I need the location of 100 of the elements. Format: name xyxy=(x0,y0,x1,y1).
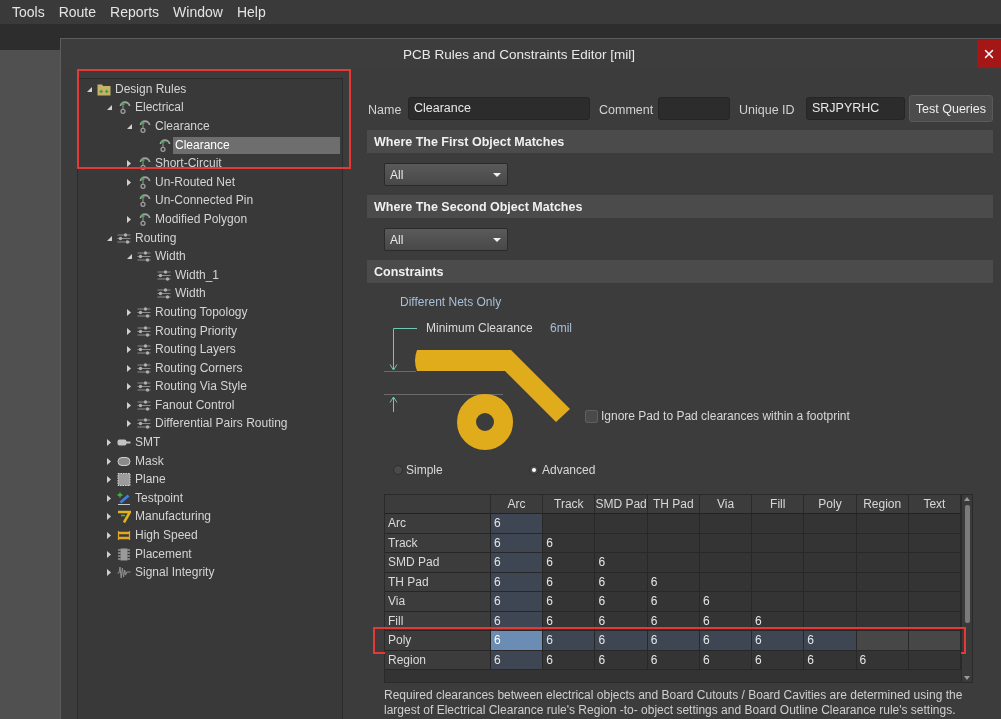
menu-item[interactable]: Tools xyxy=(12,3,45,21)
caret-right-icon[interactable] xyxy=(127,346,131,354)
tree-item[interactable]: Clearance xyxy=(153,118,212,135)
column-header: SMD Pad xyxy=(595,495,648,514)
caret-right-icon[interactable] xyxy=(127,401,131,409)
tree-item[interactable]: Routing Layers xyxy=(153,341,238,359)
tree-item[interactable]: Width xyxy=(153,248,188,266)
unique-id-field[interactable]: SRJPYRHC xyxy=(806,97,905,120)
tree-item[interactable]: Un-Routed Net xyxy=(153,173,238,191)
tree-item[interactable]: Short-Circuit xyxy=(153,155,224,173)
menu-item[interactable]: Window xyxy=(173,3,223,21)
table-cell: 6 xyxy=(699,631,753,651)
caret-down-icon xyxy=(493,237,501,242)
column-header: Text xyxy=(908,495,961,514)
menu-item[interactable]: Reports xyxy=(110,3,160,21)
note-text: Required clearances between electrical objects and Board Cutouts / Board Cavities are determined using the largest of Electrical Clearance rule's Region -to- object settings and Board Outline Clearance rule's settings. xyxy=(384,688,964,718)
caret-right-icon[interactable] xyxy=(107,494,111,502)
corner-icon xyxy=(117,510,131,524)
column-header: Via xyxy=(699,495,753,514)
tree-item[interactable]: Electrical xyxy=(133,99,186,117)
table-cell: 6 xyxy=(543,631,596,651)
hook-icon xyxy=(137,194,151,208)
column-header: Arc xyxy=(491,495,544,514)
close-button[interactable] xyxy=(977,40,1001,68)
section-header: Constraints xyxy=(367,260,993,283)
caret-right-icon[interactable] xyxy=(127,215,131,223)
menu-item[interactable]: Route xyxy=(58,3,97,21)
caret-right-icon[interactable] xyxy=(107,476,111,484)
caret-right-icon[interactable] xyxy=(107,439,111,447)
tree-item[interactable]: Routing Via Style xyxy=(153,378,249,396)
table-cell: 6 xyxy=(752,631,805,651)
scope-dropdown[interactable]: All xyxy=(384,228,508,251)
field-label: Name xyxy=(367,101,403,117)
caret-right-icon[interactable] xyxy=(127,160,131,168)
column-header: Fill xyxy=(752,495,805,514)
sliders-icon xyxy=(137,250,151,264)
scrollbar[interactable] xyxy=(961,495,972,682)
table-cell: 6 xyxy=(491,533,544,553)
table-cell: 6 xyxy=(595,650,648,670)
row-header: Track xyxy=(385,533,491,553)
table-cell: 6 xyxy=(491,650,544,670)
net-scope-text: Different Nets Only xyxy=(400,295,502,309)
caret-right-icon[interactable] xyxy=(127,308,131,316)
caret-down-icon[interactable] xyxy=(107,105,112,111)
table-cell: 6 xyxy=(491,592,544,612)
caret-right-icon[interactable] xyxy=(127,383,131,391)
table-cell: 6 xyxy=(543,553,596,573)
caret-down-icon[interactable] xyxy=(964,676,970,680)
tree-item[interactable]: Routing Priority xyxy=(153,322,240,340)
tree-item[interactable]: SMT xyxy=(133,434,163,452)
table-cell: 6 xyxy=(543,592,596,612)
caret-right-icon[interactable] xyxy=(127,178,131,186)
tree-item[interactable]: Fanout Control xyxy=(153,396,237,414)
caret-right-icon[interactable] xyxy=(107,550,111,558)
tree-item[interactable]: Placement xyxy=(133,545,194,563)
scrollbar-thumb[interactable] xyxy=(964,505,970,623)
tree-item[interactable]: Manufacturing xyxy=(133,508,214,526)
scope-dropdown[interactable]: All xyxy=(384,163,508,186)
radio-button[interactable] xyxy=(393,465,403,475)
radio-label: Simple xyxy=(406,463,443,477)
caret-right-icon[interactable] xyxy=(127,327,131,335)
tree-item[interactable]: Testpoint xyxy=(133,489,186,507)
tree-item[interactable]: Clearance xyxy=(173,136,340,154)
name-field[interactable]: Clearance xyxy=(408,97,590,120)
caret-down-icon[interactable] xyxy=(87,86,92,92)
caret-right-icon[interactable] xyxy=(107,457,111,465)
tree-item[interactable]: Routing Topology xyxy=(153,303,250,321)
sliders-icon xyxy=(137,380,151,394)
test-queries-button[interactable]: Test Queries xyxy=(908,95,993,122)
caret-down-icon[interactable] xyxy=(127,254,132,260)
tree-item[interactable]: Signal Integrity xyxy=(133,564,217,582)
tree-item[interactable]: Differential Pairs Routing xyxy=(153,415,290,433)
caret-right-icon[interactable] xyxy=(107,532,111,540)
table-cell: 6 xyxy=(752,650,805,670)
menu-item[interactable]: Help xyxy=(236,3,266,21)
caret-right-icon[interactable] xyxy=(107,513,111,521)
tree-item[interactable]: Width_1 xyxy=(173,266,222,284)
caret-right-icon[interactable] xyxy=(107,569,111,577)
section-header: Where The First Object Matches xyxy=(367,130,993,153)
hook-icon xyxy=(137,157,151,171)
caret-down-icon[interactable] xyxy=(107,235,112,241)
radio-button[interactable] xyxy=(529,465,539,475)
caret-up-icon[interactable] xyxy=(964,497,970,501)
caret-down-icon[interactable] xyxy=(127,124,132,129)
tree-item[interactable]: Modified Polygon xyxy=(153,210,250,228)
caret-right-icon[interactable] xyxy=(127,364,131,372)
checkbox[interactable] xyxy=(585,409,598,423)
table-cell: 6 xyxy=(543,572,596,592)
tree-item[interactable]: Routing Corners xyxy=(153,359,245,377)
tree-item[interactable]: Mask xyxy=(133,452,166,470)
table-cell: 6 xyxy=(699,592,753,612)
tree-item[interactable]: Plane xyxy=(133,471,168,489)
tree-item[interactable]: High Speed xyxy=(133,527,200,545)
tree-item[interactable]: Un-Connected Pin xyxy=(153,192,256,210)
tree-item[interactable]: Design Rules xyxy=(113,80,189,98)
slash-plus-icon xyxy=(117,491,131,505)
caret-right-icon[interactable] xyxy=(127,420,131,428)
column-header: TH Pad xyxy=(647,495,700,514)
tree-item[interactable]: Routing xyxy=(133,229,179,247)
tree-item[interactable]: Width xyxy=(173,285,208,303)
